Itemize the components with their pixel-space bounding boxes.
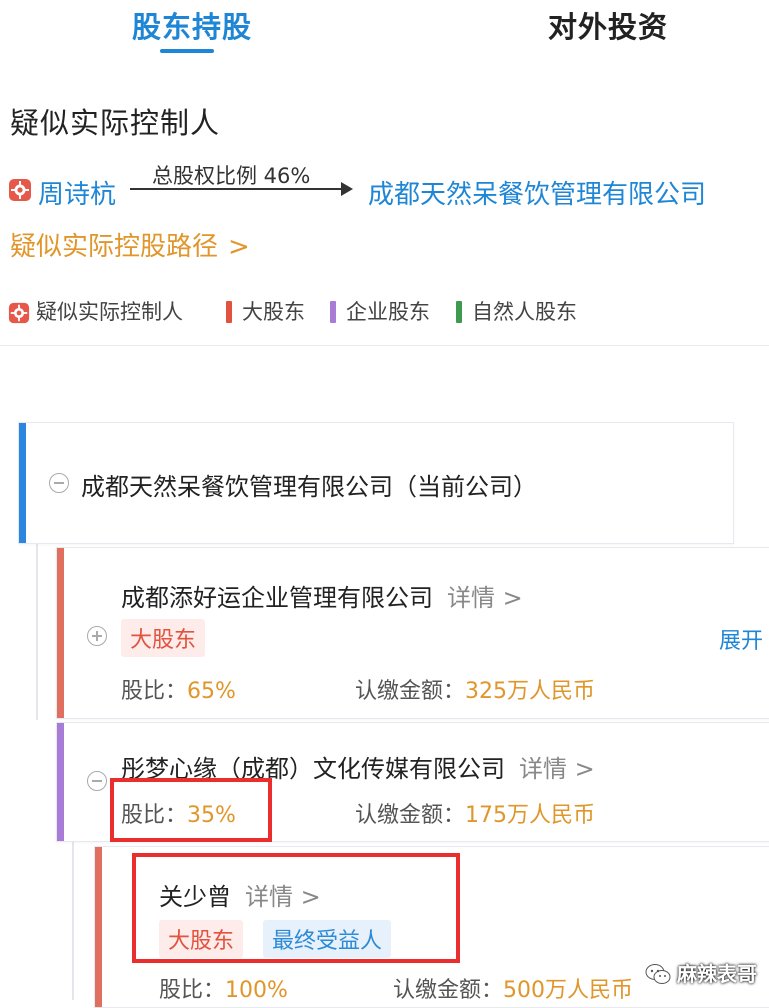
major-shareholder-swatch bbox=[226, 301, 232, 323]
root-company-name: 成都天然呆餐饮管理有限公司（当前公司） bbox=[81, 473, 537, 501]
controller-icon bbox=[8, 302, 30, 324]
ratio-value: 65% bbox=[187, 679, 236, 704]
ratio-label: 股比： bbox=[159, 978, 226, 1003]
collapse-icon[interactable] bbox=[49, 473, 69, 493]
major-shareholder-tag: 大股东 bbox=[121, 619, 206, 657]
controller-row: 周诗杭 总股权比例 46% 成都天然呆餐饮管理有限公司 bbox=[0, 160, 769, 220]
detail-link[interactable]: 详情 > bbox=[447, 584, 523, 612]
enterprise-shareholder-swatch bbox=[330, 301, 336, 323]
arrow-line bbox=[130, 188, 345, 190]
legend-label: 疑似实际控制人 bbox=[36, 300, 183, 324]
amount-value: 500万人民币 bbox=[503, 978, 634, 1003]
legend-label: 大股东 bbox=[242, 300, 305, 324]
legend-item-major: 大股东 bbox=[226, 296, 305, 326]
expand-button[interactable]: 展开 bbox=[719, 623, 763, 655]
amount-label: 认缴金额： bbox=[355, 679, 466, 704]
legend-label: 自然人股东 bbox=[472, 300, 577, 324]
detail-link[interactable]: 详情 > bbox=[519, 755, 595, 783]
legend-item-enterprise: 企业股东 bbox=[330, 296, 430, 326]
subscribed-amount: 认缴金额：500万人民币 bbox=[393, 972, 633, 1004]
chevron-right-icon: > bbox=[228, 232, 250, 262]
ratio-value: 100% bbox=[225, 978, 288, 1003]
share-ratio: 股比：100% bbox=[159, 972, 288, 1004]
tab-investments[interactable]: 对外投资 bbox=[548, 4, 668, 46]
amount-label: 认缴金额： bbox=[393, 978, 504, 1003]
root-color-bar bbox=[19, 423, 26, 543]
ratio-label: 股比： bbox=[121, 679, 188, 704]
major-shareholder-bar bbox=[57, 548, 64, 718]
legend-item-natural: 自然人股东 bbox=[456, 296, 577, 326]
share-ratio: 股比：65% bbox=[121, 673, 236, 705]
watermark-text: 麻辣表哥 bbox=[677, 962, 757, 986]
shareholder-card: 成都添好运企业管理有限公司 详情 > 大股东 股比：65% 认缴金额：325万人民… bbox=[56, 547, 769, 719]
tree-connector bbox=[36, 540, 38, 720]
watermark: 麻辣表哥 bbox=[645, 958, 757, 987]
natural-shareholder-swatch bbox=[456, 301, 462, 323]
root-company-card: 成都天然呆餐饮管理有限公司（当前公司） bbox=[18, 422, 734, 544]
control-path-label: 疑似实际控股路径 bbox=[10, 232, 219, 262]
tab-bar: 股东持股 对外投资 bbox=[0, 0, 769, 62]
amount-value: 175万人民币 bbox=[465, 803, 596, 828]
active-tab-indicator bbox=[160, 49, 214, 53]
tab-shareholders[interactable]: 股东持股 bbox=[132, 4, 252, 46]
tree-connector bbox=[72, 840, 74, 1000]
shareholder-name-text[interactable]: 成都添好运企业管理有限公司 bbox=[121, 584, 433, 612]
controller-name-link[interactable]: 周诗杭 bbox=[38, 174, 116, 211]
target-company-link[interactable]: 成都天然呆餐饮管理有限公司 bbox=[368, 174, 706, 211]
arrow-right-icon bbox=[341, 182, 353, 196]
subscribed-amount: 认缴金额：325万人民币 bbox=[355, 673, 595, 705]
shareholder-name: 成都添好运企业管理有限公司 详情 > bbox=[121, 578, 523, 613]
divider bbox=[0, 345, 769, 346]
control-path-link[interactable]: 疑似实际控股路径 > bbox=[10, 226, 250, 263]
legend-label: 企业股东 bbox=[346, 300, 430, 324]
enterprise-shareholder-bar bbox=[57, 723, 64, 841]
major-shareholder-bar bbox=[95, 847, 102, 1007]
highlight-box-beneficiary bbox=[132, 853, 460, 963]
amount-value: 325万人民币 bbox=[465, 679, 596, 704]
collapse-icon[interactable] bbox=[87, 771, 107, 791]
amount-label: 认缴金额： bbox=[355, 803, 466, 828]
wechat-icon bbox=[645, 964, 671, 984]
highlight-box-ratio bbox=[110, 778, 272, 842]
section-title: 疑似实际控制人 bbox=[10, 106, 221, 140]
controller-icon bbox=[9, 179, 31, 201]
total-ratio-label: 总股权比例 46% bbox=[152, 164, 311, 188]
subscribed-amount: 认缴金额：175万人民币 bbox=[355, 797, 595, 829]
legend-item-controller: 疑似实际控制人 bbox=[8, 296, 183, 326]
expand-icon[interactable] bbox=[87, 626, 107, 646]
